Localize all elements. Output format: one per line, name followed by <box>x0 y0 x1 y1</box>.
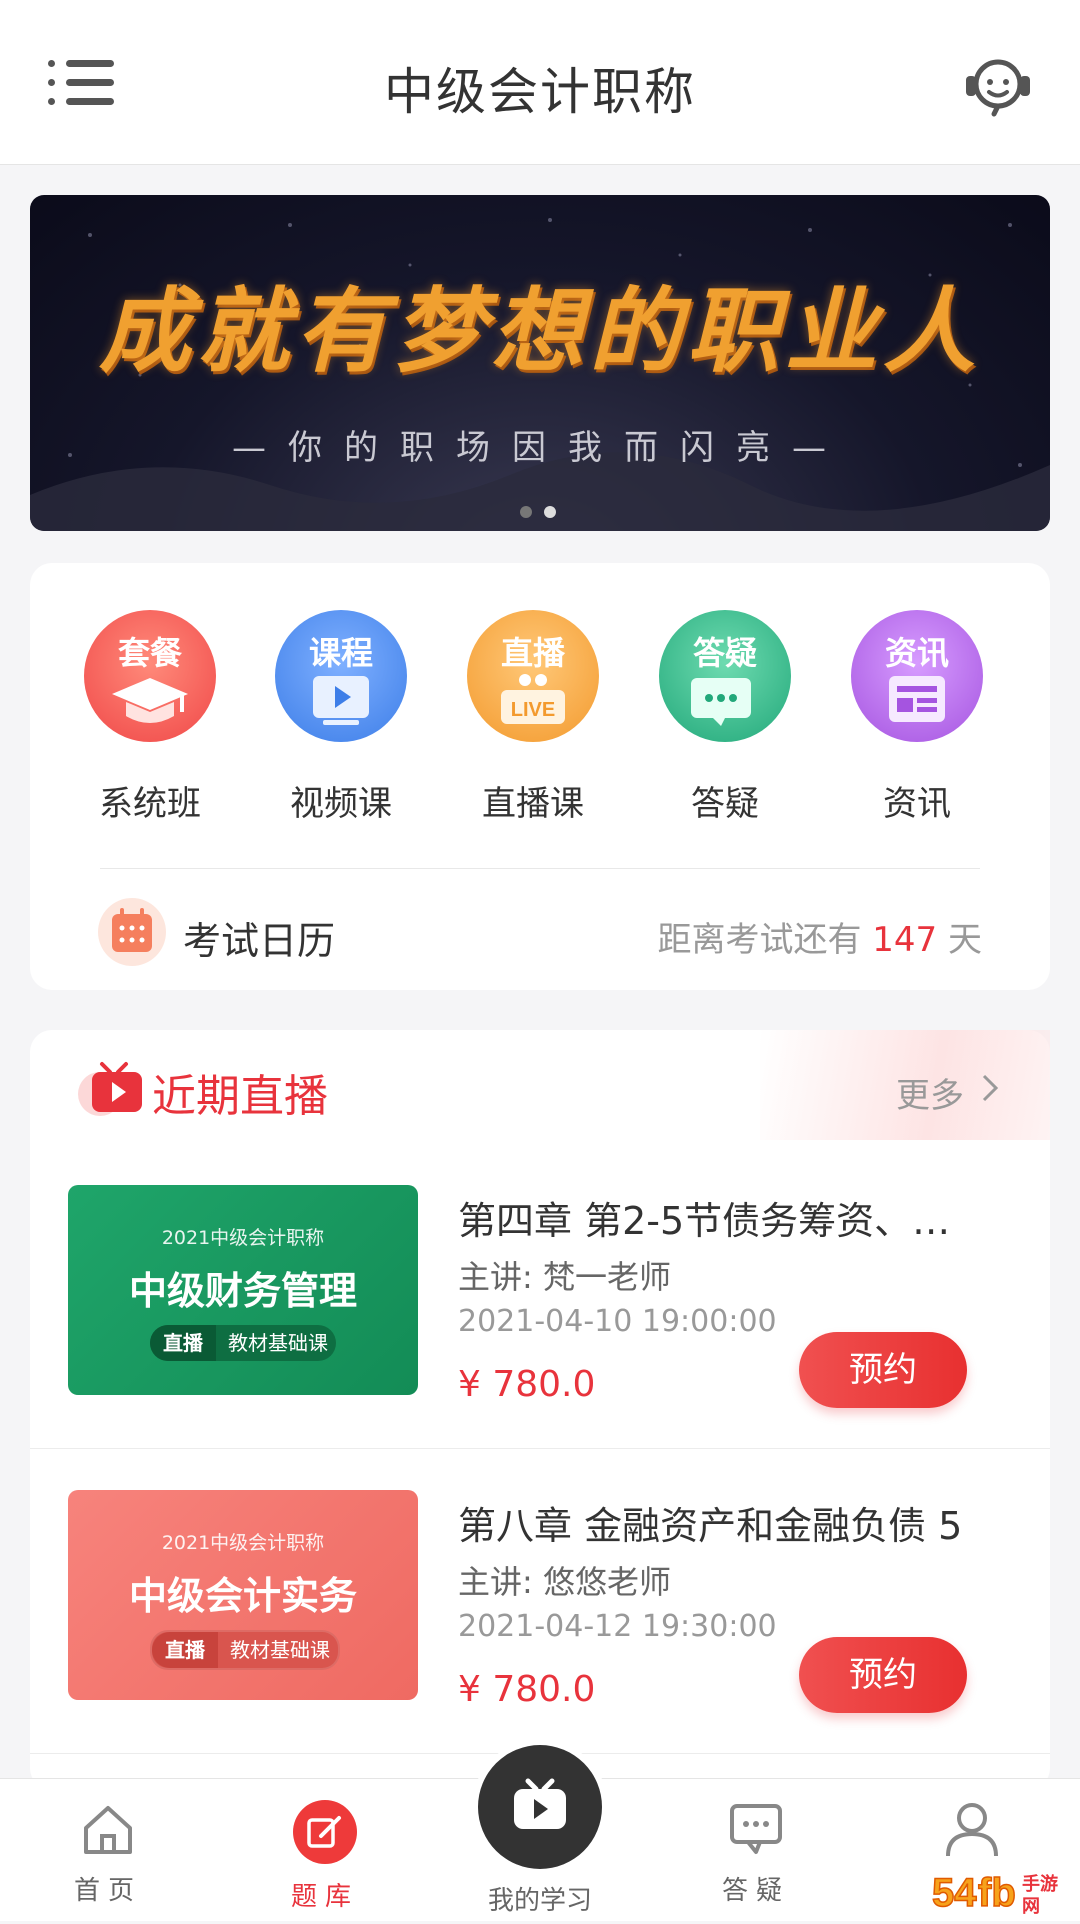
course-thumbnail[interactable]: 2021中级会计职称 中级财务管理 直播 教材基础课 <box>68 1185 418 1395</box>
course-teacher: 主讲: 梵一老师 <box>458 1258 671 1296</box>
thumb-tag: 教材基础课 <box>228 1331 328 1355</box>
course-title[interactable]: 第八章 金融资产和金融负债 5 <box>458 1495 1018 1550</box>
thumb-tags: 直播 教材基础课 <box>150 1325 336 1361</box>
chevron-right-icon[interactable] <box>980 1072 1000 1104</box>
category-badge: 资讯 <box>884 634 949 672</box>
course-thumbnail[interactable]: 2021中级会计职称 中级会计实务 直播 教材基础课 <box>68 1490 418 1700</box>
graduation-cap-icon: 套餐 <box>84 610 216 742</box>
course-date: 2021-04-10 19:00:00 <box>458 1304 777 1339</box>
category-system-class[interactable]: 套餐 系统班 <box>75 610 225 824</box>
message-icon <box>730 1804 782 1854</box>
page-title: 中级会计职称 <box>384 63 696 121</box>
tab-label: 答疑 <box>721 1876 790 1906</box>
category-label: 系统班 <box>99 784 201 824</box>
tab-question-bank[interactable]: 题库 <box>250 1800 400 1913</box>
thumb-year: 2021中级会计职称 <box>161 1532 325 1554</box>
reserve-button[interactable]: 预约 <box>799 1332 967 1408</box>
tab-label: 首页 <box>73 1876 142 1906</box>
category-badge: 套餐 <box>117 634 182 672</box>
reserve-button[interactable]: 预约 <box>799 1637 967 1713</box>
home-icon <box>84 1806 132 1854</box>
thumb-tag: 直播 <box>152 1632 218 1668</box>
user-icon <box>946 1803 998 1857</box>
course-title[interactable]: 第四章 第2-5节债务筹资、… <box>458 1190 1018 1245</box>
calendar-icon <box>98 898 166 966</box>
course-date: 2021-04-12 19:30:00 <box>458 1609 777 1644</box>
thumb-tag: 直播 <box>150 1325 216 1361</box>
countdown-suffix: 天 <box>948 920 982 960</box>
category-label: 直播课 <box>482 784 584 824</box>
customer-service-icon[interactable] <box>962 54 1034 118</box>
svg-text:网: 网 <box>1022 1896 1040 1917</box>
live-icon: 直播 LIVE <box>467 610 599 742</box>
category-video-course[interactable]: 课程 视频课 <box>266 610 416 824</box>
video-play-icon: 课程 <box>275 610 407 742</box>
exam-calendar-label[interactable]: 考试日历 <box>183 910 335 965</box>
thumb-tags: 直播 教材基础课 <box>150 1630 340 1670</box>
banner-title: 成就有梦想的职业人 <box>98 277 981 385</box>
course-teacher: 主讲: 悠悠老师 <box>458 1563 671 1601</box>
tab-my-study[interactable] <box>478 1745 602 1869</box>
svg-text:手游: 手游 <box>1022 1873 1058 1895</box>
countdown-prefix: 距离考试还有 <box>657 920 862 960</box>
edit-icon <box>293 1800 357 1864</box>
svg-text:LIVE: LIVE <box>511 699 555 721</box>
svg-text:54: 54 <box>932 1871 977 1915</box>
tab-label: 题库 <box>290 1882 359 1912</box>
tab-home[interactable]: 首页 <box>33 1800 183 1907</box>
category-live-course[interactable]: 直播 LIVE 直播课 <box>458 610 608 824</box>
category-label: 答疑 <box>691 784 759 824</box>
category-badge: 答疑 <box>692 634 757 672</box>
promo-banner[interactable]: 成就有梦想的职业人 —你的职场因我而闪亮— <box>30 195 1050 531</box>
tab-profile[interactable] <box>897 1800 1047 1870</box>
tab-qa[interactable]: 答疑 <box>681 1800 831 1907</box>
news-icon: 资讯 <box>851 610 983 742</box>
live-section-title: 近期直播 <box>152 1071 328 1122</box>
course-price: ¥ 780.0 <box>458 1669 596 1710</box>
tv-play-icon <box>514 1778 566 1829</box>
category-badge: 直播 <box>500 634 565 672</box>
countdown-days: 147 <box>872 920 938 960</box>
course-price: ¥ 780.0 <box>458 1364 596 1405</box>
thumb-name: 中级会计实务 <box>128 1574 357 1618</box>
exam-countdown: 距离考试还有 147 天 <box>620 912 982 961</box>
thumb-name: 中级财务管理 <box>128 1269 357 1313</box>
divider <box>100 868 980 869</box>
watermark-logo: 54 fb 手游 网 <box>930 1862 1080 1920</box>
banner-dot <box>520 506 532 518</box>
chat-bubble-icon: 答疑 <box>659 610 791 742</box>
category-label: 资讯 <box>883 784 951 824</box>
live-tv-icon <box>78 1058 150 1118</box>
category-qa[interactable]: 答疑 答疑 <box>650 610 800 824</box>
tab-label[interactable]: 我的学习 <box>440 1880 640 1917</box>
category-label: 视频课 <box>290 784 392 824</box>
thumb-tag: 教材基础课 <box>230 1638 330 1662</box>
category-badge: 课程 <box>308 634 373 672</box>
banner-pagination <box>520 503 570 518</box>
thumb-year: 2021中级会计职称 <box>161 1227 325 1249</box>
more-link[interactable]: 更多 <box>896 1068 964 1117</box>
category-news[interactable]: 资讯 资讯 <box>842 610 992 824</box>
banner-dot <box>544 506 556 518</box>
banner-subtitle: —你的职场因我而闪亮— <box>232 428 848 468</box>
svg-text:fb: fb <box>978 1871 1016 1915</box>
divider <box>30 1448 1050 1449</box>
